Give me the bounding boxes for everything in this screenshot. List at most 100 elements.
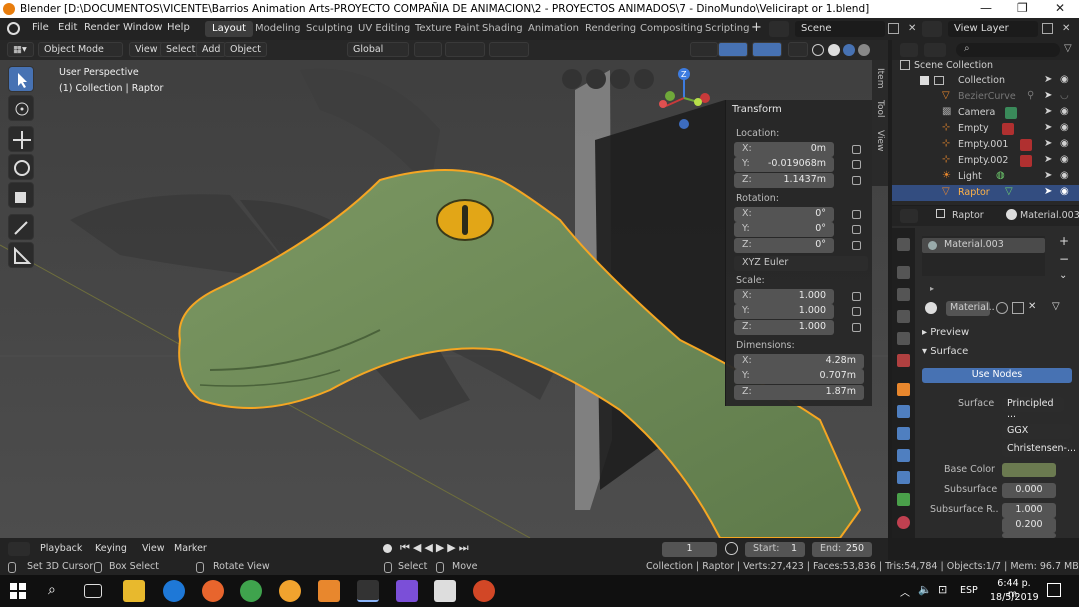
outliner-row-beziercurve[interactable]: ▽ BezierCurve ⚲ ➤ ◡ [892, 89, 1079, 105]
add-menu[interactable]: Add [196, 42, 227, 57]
menu-help[interactable]: Help [167, 22, 190, 33]
visibility-icon[interactable] [690, 42, 718, 57]
rotate-tool[interactable] [8, 154, 34, 180]
filter-icon[interactable]: ▽ [1064, 43, 1072, 54]
playback-menu[interactable]: Playback [40, 543, 82, 554]
outliner-row-raptor[interactable]: ▽ Raptor ▽ ➤ ◉ [892, 185, 1079, 201]
annotate-tool[interactable] [8, 214, 34, 240]
render-tab-icon[interactable] [897, 266, 910, 279]
remove-slot-icon[interactable]: − [1059, 252, 1069, 266]
proportional-edit-icon[interactable] [489, 42, 529, 57]
solid-shading-icon[interactable] [828, 44, 840, 56]
physics-tab-icon[interactable] [897, 449, 910, 462]
blender-taskbar-icon[interactable] [357, 580, 379, 602]
editor-type-icon[interactable] [8, 542, 30, 556]
minimize-icon[interactable]: — [980, 1, 992, 15]
lock-icon[interactable] [852, 176, 861, 185]
photos-icon[interactable] [434, 580, 456, 602]
outliner-row-empty[interactable]: ⊹ Empty ➤ ◉ [892, 121, 1079, 137]
lock-icon[interactable] [852, 292, 861, 301]
scene-tab-icon[interactable] [897, 332, 910, 345]
select-arrow-icon[interactable]: ➤ [1044, 90, 1052, 101]
marker-menu[interactable]: Marker [174, 543, 207, 554]
eye-icon[interactable]: ◉ [1060, 138, 1069, 149]
file-explorer-icon[interactable] [123, 580, 145, 602]
remove-scene-icon[interactable]: ✕ [908, 23, 916, 34]
new-material-icon[interactable] [1012, 302, 1024, 314]
rotation-mode-dropdown[interactable]: XYZ Euler [734, 256, 868, 271]
menu-window[interactable]: Window [123, 22, 162, 33]
select-arrow-icon[interactable]: ➤ [1044, 74, 1052, 85]
outliner-row-empty-001[interactable]: ⊹ Empty.001 ➤ ◉ [892, 137, 1079, 153]
subsurface-radius-z[interactable] [1002, 533, 1056, 538]
constraints-tab-icon[interactable] [897, 471, 910, 484]
move-tool[interactable] [8, 126, 34, 152]
keying-menu[interactable]: Keying [95, 543, 127, 554]
scale-x-field[interactable]: X: 1.000 [734, 289, 834, 304]
menu-render[interactable]: Render [84, 22, 120, 33]
menu-file[interactable]: File [32, 22, 49, 33]
snap-icon[interactable] [445, 42, 485, 57]
playback-controls[interactable]: ⏮◀◀▶▶⏭ [400, 541, 472, 555]
object-tab-icon[interactable] [897, 383, 910, 396]
stopwatch-icon[interactable] [725, 542, 738, 555]
cursor-tool[interactable] [8, 95, 34, 121]
dimensions-z-field[interactable]: Z: 1.87m [734, 385, 864, 400]
select-arrow-icon[interactable]: ➤ [1044, 170, 1052, 181]
rotation-x-field[interactable]: X: 0° [734, 207, 834, 222]
lock-icon[interactable] [852, 307, 861, 316]
windows-start-icon[interactable] [10, 583, 26, 599]
eye-icon[interactable]: ◉ [1060, 154, 1069, 165]
language-indicator[interactable]: ESP [960, 585, 978, 596]
output-tab-icon[interactable] [897, 288, 910, 301]
end-frame-field[interactable]: End: 250 [812, 542, 872, 557]
lock-icon[interactable] [852, 323, 861, 332]
wireframe-shading-icon[interactable] [812, 44, 824, 56]
add-slot-icon[interactable]: + [1059, 234, 1069, 248]
search-icon[interactable]: ⌕ [48, 582, 56, 598]
tab-tool[interactable]: Tool [875, 100, 885, 117]
subsurface-field[interactable]: 0.000 [1002, 483, 1056, 498]
material-name-field[interactable]: Material.. [946, 301, 995, 316]
network-icon[interactable]: ⊡ [938, 583, 947, 596]
select-arrow-icon[interactable]: ➤ [1044, 106, 1052, 117]
outliner-row-light[interactable]: ☀ Light ◍ ➤ ◉ [892, 169, 1079, 185]
tab-layout[interactable]: Layout [205, 21, 253, 37]
tray-chevron-icon[interactable]: ︿ [900, 584, 910, 599]
select-arrow-icon[interactable]: ➤ [1044, 154, 1052, 165]
scene-name-field[interactable]: Scene [795, 21, 885, 37]
lock-icon[interactable] [852, 241, 861, 250]
node-filter-icon[interactable]: ▽ [1052, 301, 1060, 312]
orientation-dropdown[interactable]: Global [347, 42, 409, 57]
view-layer-field[interactable]: View Layer [948, 21, 1038, 37]
edge-icon[interactable] [163, 580, 185, 602]
tool-tab-icon[interactable] [897, 238, 910, 251]
rendered-shading-icon[interactable] [858, 44, 870, 56]
surface-shader-dropdown[interactable]: Principled ... [1002, 397, 1064, 420]
outliner-row-camera[interactable]: ▩ Camera ➤ ◉ [892, 105, 1079, 121]
view-menu[interactable]: View [129, 42, 164, 57]
editor-type-icon[interactable] [900, 43, 918, 57]
checkbox-icon[interactable] [920, 76, 929, 85]
material-browse-icon[interactable] [925, 302, 937, 314]
lock-icon[interactable] [852, 145, 861, 154]
location-x-field[interactable]: X: 0m [734, 142, 834, 157]
start-frame-field[interactable]: Start: 1 [745, 542, 805, 557]
subsurface-radius-x[interactable]: 1.000 [1002, 503, 1056, 518]
display-mode-icon[interactable] [924, 43, 946, 57]
scale-y-field[interactable]: Y: 1.000 [734, 304, 834, 319]
modifier-tab-icon[interactable] [897, 405, 910, 418]
unlink-material-icon[interactable]: ✕ [1028, 301, 1036, 312]
subsurface-radius-y[interactable]: 0.200 [1002, 518, 1056, 533]
task-view-icon[interactable] [84, 584, 102, 598]
transform-title[interactable]: Transform [732, 104, 782, 115]
tab-animation[interactable]: Animation [521, 21, 586, 37]
scale-tool[interactable] [8, 182, 34, 208]
view-layer-tab-icon[interactable] [897, 310, 910, 323]
pan-hand-icon[interactable] [610, 69, 630, 89]
new-scene-icon[interactable] [888, 23, 899, 34]
editor-type-icon[interactable] [900, 209, 918, 223]
select-box-tool[interactable] [8, 66, 34, 92]
distribution-dropdown[interactable]: GGX [1002, 424, 1072, 439]
xray-icon[interactable] [788, 42, 808, 57]
